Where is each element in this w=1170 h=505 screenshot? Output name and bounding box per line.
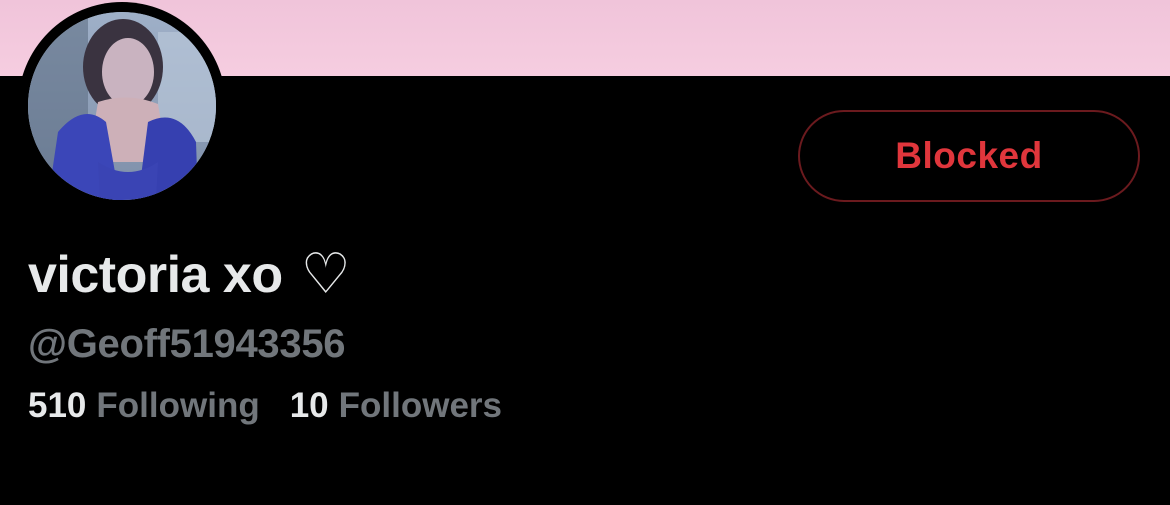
- following-label: Following: [96, 386, 260, 425]
- followers-label: Followers: [338, 386, 503, 425]
- user-handle: @Geoff51943356: [28, 322, 346, 366]
- following-count: 510: [28, 386, 87, 425]
- follow-stats: 510 Following 10 Followers: [28, 386, 502, 426]
- followers-count: 10: [289, 386, 329, 425]
- avatar[interactable]: [28, 12, 216, 200]
- profile-header: Blocked victoria xo ♡ @Geoff51943356 510…: [0, 0, 1170, 505]
- heart-icon: ♡: [300, 242, 351, 307]
- blocked-button-label: Blocked: [895, 135, 1043, 176]
- following-link[interactable]: 510 Following: [28, 386, 260, 426]
- display-name: victoria xo: [28, 246, 283, 304]
- blocked-button[interactable]: Blocked: [798, 110, 1140, 202]
- avatar-photo: [28, 12, 216, 200]
- followers-link[interactable]: 10 Followers: [290, 386, 502, 426]
- display-name-row: victoria xo ♡: [28, 240, 351, 310]
